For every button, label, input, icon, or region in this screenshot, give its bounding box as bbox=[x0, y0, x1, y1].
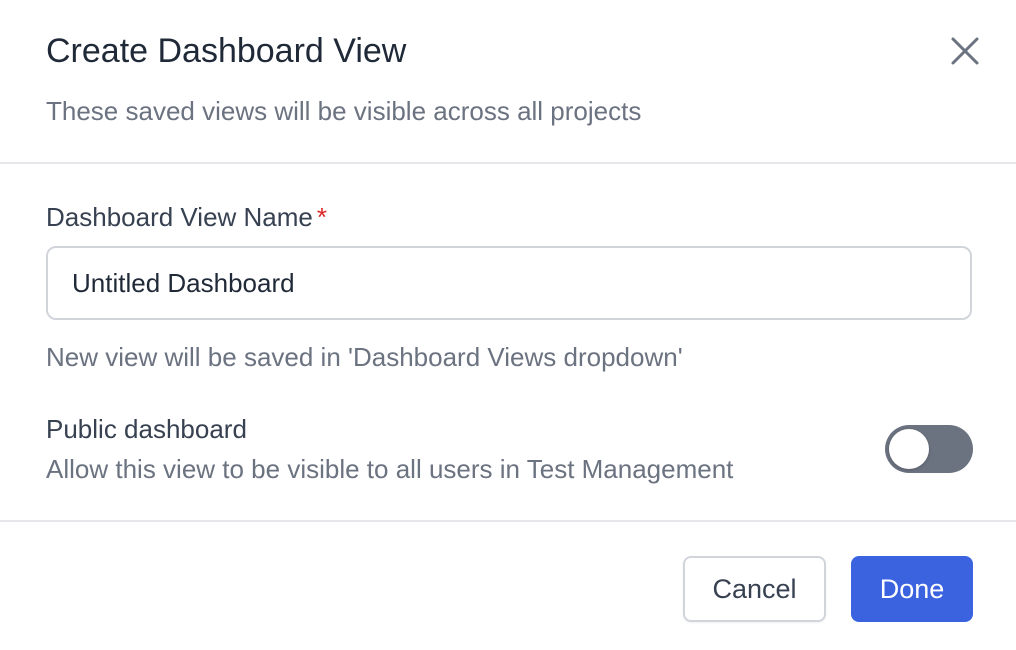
close-icon bbox=[951, 37, 979, 65]
dialog-body: Dashboard View Name* New view will be sa… bbox=[0, 164, 1016, 522]
name-help-text: New view will be saved in 'Dashboard Vie… bbox=[46, 342, 683, 372]
public-dashboard-description: Allow this view to be visible to all use… bbox=[46, 454, 734, 484]
dashboard-view-name-input[interactable] bbox=[46, 246, 972, 320]
dialog-footer: Cancel Done bbox=[0, 522, 1016, 650]
dialog-header: Create Dashboard View These saved views … bbox=[0, 0, 1016, 164]
public-dashboard-toggle[interactable] bbox=[885, 425, 973, 473]
dialog-subtitle: These saved views will be visible across… bbox=[46, 96, 642, 126]
done-button[interactable]: Done bbox=[851, 556, 973, 622]
dialog-title: Create Dashboard View bbox=[46, 32, 407, 70]
required-marker: * bbox=[316, 202, 328, 232]
create-dashboard-view-dialog: Create Dashboard View These saved views … bbox=[0, 0, 1016, 650]
toggle-knob bbox=[889, 429, 929, 469]
dashboard-view-name-label: Dashboard View Name * bbox=[46, 200, 327, 234]
close-button[interactable] bbox=[942, 28, 988, 74]
dashboard-view-name-label-text: Dashboard View Name bbox=[46, 202, 313, 232]
cancel-button[interactable]: Cancel bbox=[683, 556, 826, 622]
public-dashboard-title: Public dashboard bbox=[46, 414, 247, 444]
